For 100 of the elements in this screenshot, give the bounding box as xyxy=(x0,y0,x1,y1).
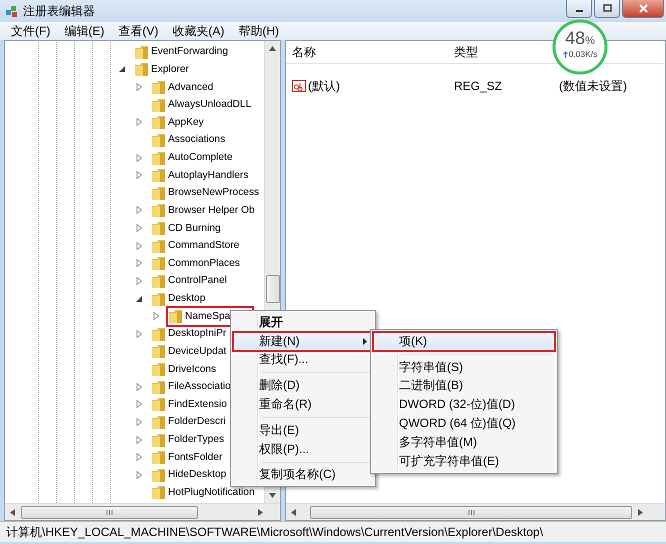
menu-item[interactable]: 文件(F) xyxy=(4,22,58,40)
folder-icon xyxy=(151,255,166,272)
folder-icon xyxy=(151,326,166,342)
tree-item-label: DriveIcons xyxy=(168,364,216,375)
tree-item-label: CD Burning xyxy=(168,222,221,234)
tree-item-label: Explorer xyxy=(151,64,189,75)
tree-item[interactable]: FindExtensio xyxy=(151,396,227,413)
tree-item[interactable]: FileAssociatio xyxy=(151,378,231,396)
folder-icon xyxy=(151,290,166,307)
expand-triangle-icon[interactable] xyxy=(135,224,143,232)
expand-triangle-icon[interactable] xyxy=(135,118,143,126)
horizontal-scrollbar[interactable] xyxy=(286,503,665,520)
folder-icon xyxy=(151,167,166,184)
tree-item[interactable]: DesktopIniPr xyxy=(151,325,226,342)
menu-item[interactable]: 收藏夹(A) xyxy=(165,22,232,40)
collapse-triangle-icon[interactable] xyxy=(118,65,126,74)
tree-item[interactable]: Advanced xyxy=(151,78,214,96)
tree-item[interactable]: AppKey xyxy=(151,114,204,131)
column-header[interactable]: 名称 xyxy=(286,44,316,60)
tree-item-label: Associations xyxy=(168,134,226,146)
tree-item-label: AlwaysUnloadDLL xyxy=(168,99,252,110)
tree-item[interactable]: CommonPlaces xyxy=(151,254,240,272)
tree-item[interactable]: CD Burning xyxy=(151,220,221,237)
menu-item[interactable]: 权限(P)... xyxy=(233,440,373,459)
tree-item[interactable]: FolderTypes xyxy=(151,431,224,448)
tree-item[interactable]: Associations xyxy=(151,131,226,148)
folder-icon xyxy=(151,361,166,378)
expand-triangle-icon[interactable] xyxy=(135,418,143,426)
tree-item-label: CommonPlaces xyxy=(168,258,240,269)
tree-item[interactable]: Explorer xyxy=(134,60,189,78)
close-button[interactable] xyxy=(622,0,664,18)
registry-cubes-icon xyxy=(5,4,19,18)
tree-item-label: Desktop xyxy=(168,293,206,304)
menu-item[interactable]: 删除(D) xyxy=(233,376,373,396)
expand-triangle-icon[interactable] xyxy=(135,154,143,162)
expand-triangle-icon[interactable] xyxy=(135,242,143,250)
tree-item-label: ControlPanel xyxy=(168,275,227,286)
expand-triangle-icon[interactable] xyxy=(135,470,143,479)
tree-item[interactable]: AutoComplete xyxy=(151,149,233,166)
tree-item[interactable]: CommandStore xyxy=(151,237,240,254)
tree-item[interactable]: Desktop xyxy=(151,290,206,308)
tree-item[interactable]: AlwaysUnloadDLL xyxy=(151,96,252,114)
menu-item[interactable]: 帮助(H) xyxy=(231,22,286,40)
expand-triangle-icon[interactable] xyxy=(135,330,143,338)
percent-value: 48 xyxy=(565,28,586,49)
scroll-thumb[interactable] xyxy=(266,275,280,303)
tree-item[interactable]: HideDesktop xyxy=(151,466,226,484)
folder-icon xyxy=(151,184,166,201)
menu-item[interactable]: 查看(V) xyxy=(111,22,166,40)
menu-item[interactable]: 项(K) xyxy=(373,332,555,351)
menu-item[interactable]: 复制项名称(C) xyxy=(233,466,373,484)
expand-triangle-icon[interactable] xyxy=(135,83,143,92)
expand-triangle-icon[interactable] xyxy=(135,400,143,408)
tree-item[interactable]: ControlPanel xyxy=(151,272,227,290)
menu-item[interactable]: DWORD (32-位)值(D) xyxy=(373,395,555,414)
minimize-button[interactable] xyxy=(566,0,592,18)
tree-item[interactable]: EventForwarding xyxy=(134,43,228,60)
tree-item[interactable]: DriveIcons xyxy=(151,360,216,378)
menu-item[interactable]: 导出(E) xyxy=(233,420,373,440)
folder-icon xyxy=(151,220,166,236)
tree-item-label: AutoplayHandlers xyxy=(168,170,248,181)
folder-icon xyxy=(151,396,166,412)
expand-triangle-icon[interactable] xyxy=(135,276,143,285)
scroll-thumb[interactable] xyxy=(21,506,198,518)
maximize-button[interactable] xyxy=(594,0,620,18)
tree-item[interactable]: FolderDescri xyxy=(151,413,226,430)
horizontal-scrollbar[interactable] xyxy=(5,503,280,520)
menu-item[interactable]: 字符串值(S) xyxy=(373,358,555,377)
column-header[interactable]: 类型 xyxy=(454,44,478,60)
tree-item[interactable]: FontsFolder xyxy=(151,448,222,466)
collapse-triangle-icon[interactable] xyxy=(135,294,143,303)
menu-item[interactable]: 多字符串值(M) xyxy=(373,432,555,452)
scroll-right-icon xyxy=(638,508,643,516)
menu-item[interactable]: 二进制值(B) xyxy=(373,376,555,396)
menu-item[interactable]: 查找(F)... xyxy=(233,350,373,370)
menu-item[interactable]: 新建(N) xyxy=(233,332,373,351)
window-title: 注册表编辑器 xyxy=(23,2,95,20)
table-cell-text: REG_SZ xyxy=(454,79,504,93)
folder-icon xyxy=(151,484,166,500)
menu-item[interactable]: QWORD (64 位)值(Q) xyxy=(373,414,555,433)
tree-item[interactable]: Browser Helper Ob xyxy=(151,202,255,219)
expand-triangle-icon[interactable] xyxy=(152,312,160,320)
tree-item[interactable]: BrowseNewProcess xyxy=(151,184,260,202)
menu-item[interactable]: 可扩充字符串值(E) xyxy=(373,452,555,471)
tree-item[interactable]: AutoplayHandlers xyxy=(151,166,248,184)
folder-icon xyxy=(151,79,166,96)
menu-item[interactable]: 编辑(E) xyxy=(57,22,112,40)
expand-triangle-icon[interactable] xyxy=(135,206,143,214)
tree-item[interactable]: DeviceUpdat xyxy=(151,342,226,360)
upload-arrow-icon xyxy=(562,50,568,58)
tree-item[interactable]: HotPlugNotification xyxy=(151,484,255,501)
expand-triangle-icon[interactable] xyxy=(135,171,143,180)
expand-triangle-icon[interactable] xyxy=(135,259,143,268)
menu-item[interactable]: 重命名(R) xyxy=(233,395,373,414)
expand-triangle-icon[interactable] xyxy=(135,382,143,391)
scroll-thumb[interactable] xyxy=(310,506,632,518)
expand-triangle-icon[interactable] xyxy=(135,436,143,444)
scroll-right-icon xyxy=(258,508,263,516)
value-name: (默认) xyxy=(308,78,340,94)
expand-triangle-icon[interactable] xyxy=(135,453,143,462)
